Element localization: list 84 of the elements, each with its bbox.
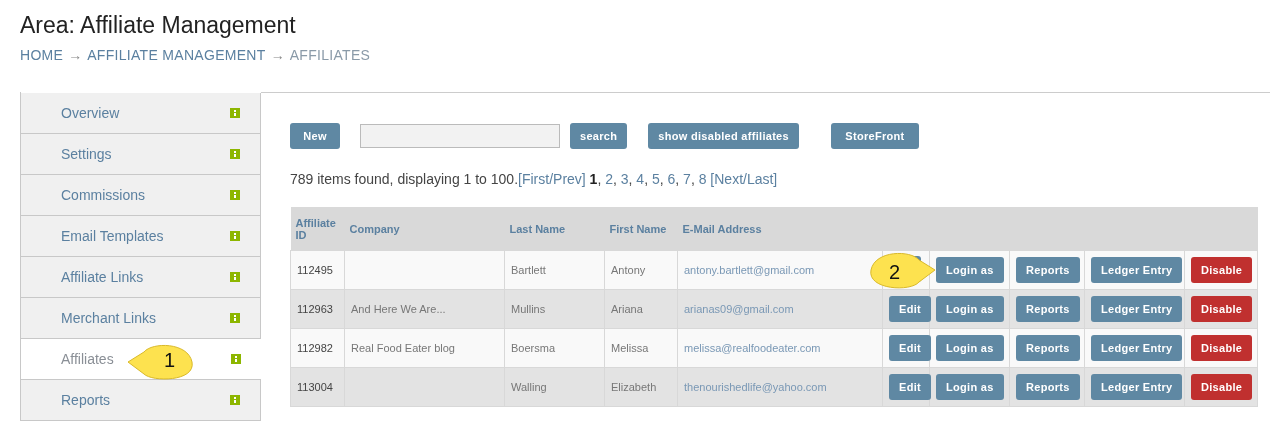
breadcrumb-link[interactable]: AFFILIATE MANAGEMENT — [87, 47, 266, 63]
column-header: E-Mail Address — [677, 207, 883, 251]
table-cell: 113004 — [290, 367, 345, 407]
table-cell: thenourishedlife@yahoo.com — [677, 367, 883, 407]
info-icon — [230, 272, 240, 282]
table-cell: Bartlett — [504, 250, 605, 290]
page-separator: , — [644, 171, 649, 187]
column-header: First Name — [604, 207, 678, 251]
table-cell: 112963 — [290, 289, 345, 329]
page-title: Area: Affiliate Management — [20, 12, 297, 39]
page-link[interactable]: 5 — [651, 171, 660, 187]
info-icon — [230, 313, 240, 323]
page-separator: , — [628, 171, 633, 187]
sidebar-item[interactable]: Overview — [21, 93, 261, 134]
page-link[interactable]: 7 — [683, 171, 691, 187]
table-cell: Boersma — [504, 328, 605, 368]
table-cell: Real Food Eater blog — [344, 328, 505, 368]
sidebar-item[interactable]: Email Templates — [21, 216, 261, 257]
action-button[interactable]: Login as — [936, 296, 1004, 322]
action-button[interactable]: Login as — [936, 374, 1004, 400]
action-button[interactable]: Reports — [1016, 296, 1080, 322]
sidebar-item[interactable]: Commissions — [21, 175, 261, 216]
page-link[interactable]: 8 — [698, 171, 707, 187]
action-button[interactable]: Reports — [1016, 374, 1080, 400]
column-header: Last Name — [504, 207, 605, 251]
table-cell: And Here We Are... — [344, 289, 505, 329]
first-prev-link[interactable]: [First/Prev] — [518, 171, 586, 187]
table-cell: Walling — [504, 367, 605, 407]
action-button[interactable]: Login as — [936, 335, 1004, 361]
page-separator: , — [597, 171, 602, 187]
breadcrumb-link[interactable]: HOME — [20, 47, 64, 63]
breadcrumb-link[interactable]: AFFILIATES — [289, 47, 371, 63]
next-last-link[interactable]: [Next/Last] — [710, 171, 778, 187]
sidebar-item[interactable]: Affiliate Links — [21, 257, 261, 298]
sidebar-item[interactable]: Reports — [21, 380, 261, 421]
table-cell: Elizabeth — [604, 367, 678, 407]
info-icon — [231, 354, 241, 364]
edit-button[interactable]: Edit — [889, 374, 931, 400]
breadcrumb-separator: → — [270, 47, 285, 63]
info-icon — [230, 149, 240, 159]
sidebar-item[interactable]: Settings — [21, 134, 261, 175]
action-button[interactable]: Reports — [1016, 257, 1080, 283]
edit-button[interactable]: Edit — [889, 296, 931, 322]
page-separator: , — [659, 171, 664, 187]
action-button[interactable]: Login as — [936, 257, 1004, 283]
table-cell: Antony — [604, 250, 678, 290]
page-separator: , — [690, 171, 695, 187]
storefront-button[interactable]: StoreFront — [830, 123, 919, 149]
sidebar-item[interactable]: Merchant Links — [21, 298, 261, 339]
breadcrumb-separator: → — [68, 47, 83, 63]
page-separator: , — [613, 171, 617, 187]
disable-button[interactable]: Disable — [1191, 335, 1253, 361]
search-field[interactable] — [360, 124, 560, 148]
table-cell: melissa@realfoodeater.com — [677, 328, 883, 368]
action-button[interactable]: Ledger Entry — [1091, 257, 1183, 283]
page-link[interactable]: 2 — [605, 171, 613, 187]
edit-button[interactable]: Edit — [889, 335, 931, 361]
info-icon — [230, 231, 240, 241]
page-separator: , — [675, 171, 680, 187]
table-cell: Mullins — [504, 289, 605, 329]
column-header: Affiliate ID — [290, 207, 345, 251]
search-button[interactable]: search — [570, 123, 628, 149]
table-cell: Melissa — [604, 328, 678, 368]
table-cell: 112495 — [290, 250, 345, 290]
table-cell: arianas09@gmail.com — [677, 289, 883, 329]
action-button[interactable]: Ledger Entry — [1091, 374, 1183, 400]
action-button[interactable]: Ledger Entry — [1091, 335, 1183, 361]
new-button[interactable]: New — [290, 123, 340, 149]
table-cell: 112982 — [290, 328, 345, 368]
disable-button[interactable]: Disable — [1191, 296, 1253, 322]
disable-button[interactable]: Disable — [1191, 374, 1253, 400]
info-icon — [230, 395, 240, 405]
table-cell: Ariana — [604, 289, 678, 329]
action-button[interactable]: Reports — [1016, 335, 1080, 361]
disable-button[interactable]: Disable — [1191, 257, 1253, 283]
info-icon — [230, 108, 240, 118]
callout-tooltip — [867, 252, 937, 292]
callout-number: 2 — [889, 261, 901, 283]
results-summary: 789 items found, displaying 1 to 100. — [290, 171, 519, 187]
callout-number: 1 — [164, 349, 176, 371]
column-header: Company — [344, 207, 505, 251]
action-button[interactable]: Ledger Entry — [1091, 296, 1183, 322]
info-icon — [230, 190, 240, 200]
page-link[interactable]: 3 — [620, 171, 629, 187]
